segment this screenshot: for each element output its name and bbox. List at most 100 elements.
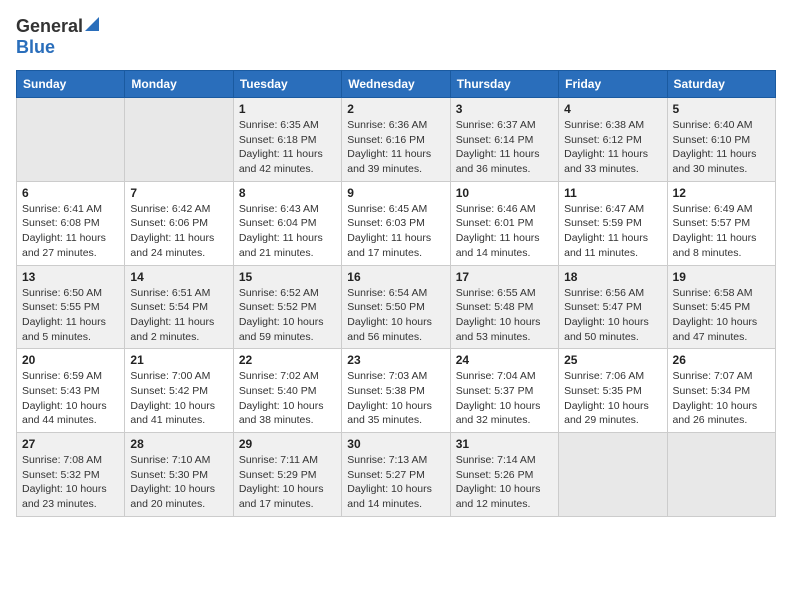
day-number: 1 <box>239 102 336 116</box>
weekday-header-tuesday: Tuesday <box>233 71 341 98</box>
calendar-cell: 8 Sunrise: 6:43 AMSunset: 6:04 PMDaylight… <box>233 181 341 265</box>
day-number: 24 <box>456 353 553 367</box>
day-number: 31 <box>456 437 553 451</box>
day-number: 23 <box>347 353 444 367</box>
calendar-cell: 3Sunrise: 6:37 AMSunset: 6:14 PMDaylight… <box>450 98 558 182</box>
day-detail: Sunrise: 6:41 AMSunset: 6:08 PMDaylight:… <box>22 202 119 261</box>
day-number: 8 <box>239 186 336 200</box>
day-number: 28 <box>130 437 227 451</box>
day-number: 21 <box>130 353 227 367</box>
calendar-week-1: 1Sunrise: 6:35 AMSunset: 6:18 PMDaylight… <box>17 98 776 182</box>
calendar-table: SundayMondayTuesdayWednesdayThursdayFrid… <box>16 70 776 517</box>
weekday-header-saturday: Saturday <box>667 71 775 98</box>
calendar-cell: 14 Sunrise: 6:51 AMSunset: 5:54 PMDayligh… <box>125 265 233 349</box>
day-number: 6 <box>22 186 119 200</box>
day-detail: Sunrise: 7:10 AMSunset: 5:30 PMDaylight:… <box>130 453 227 512</box>
logo-general: General <box>16 16 83 37</box>
day-number: 29 <box>239 437 336 451</box>
day-detail: Sunrise: 6:46 AMSunset: 6:01 PMDaylight:… <box>456 202 553 261</box>
logo-arrow <box>85 17 99 36</box>
weekday-header-friday: Friday <box>559 71 667 98</box>
day-number: 11 <box>564 186 661 200</box>
day-detail: Sunrise: 6:51 AMSunset: 5:54 PMDaylight:… <box>130 286 227 345</box>
calendar-cell: 26 Sunrise: 7:07 AMSunset: 5:34 PMDayligh… <box>667 349 775 433</box>
weekday-header-thursday: Thursday <box>450 71 558 98</box>
calendar-cell: 25 Sunrise: 7:06 AMSunset: 5:35 PMDayligh… <box>559 349 667 433</box>
day-detail: Sunrise: 6:38 AMSunset: 6:12 PMDaylight:… <box>564 118 661 177</box>
day-detail: Sunrise: 6:52 AMSunset: 5:52 PMDaylight:… <box>239 286 336 345</box>
calendar-cell: 11Sunrise: 6:47 AMSunset: 5:59 PMDayligh… <box>559 181 667 265</box>
calendar-cell: 9 Sunrise: 6:45 AMSunset: 6:03 PMDaylight… <box>342 181 450 265</box>
calendar-cell: 17 Sunrise: 6:55 AMSunset: 5:48 PMDayligh… <box>450 265 558 349</box>
day-number: 25 <box>564 353 661 367</box>
calendar-cell: 7Sunrise: 6:42 AMSunset: 6:06 PMDaylight… <box>125 181 233 265</box>
calendar-cell: 5 Sunrise: 6:40 AMSunset: 6:10 PMDaylight… <box>667 98 775 182</box>
day-detail: Sunrise: 6:45 AMSunset: 6:03 PMDaylight:… <box>347 202 444 261</box>
day-number: 7 <box>130 186 227 200</box>
day-number: 13 <box>22 270 119 284</box>
calendar-cell <box>559 433 667 517</box>
weekday-header-wednesday: Wednesday <box>342 71 450 98</box>
day-detail: Sunrise: 6:36 AMSunset: 6:16 PMDaylight:… <box>347 118 444 177</box>
day-number: 26 <box>673 353 770 367</box>
calendar-cell: 10 Sunrise: 6:46 AMSunset: 6:01 PMDayligh… <box>450 181 558 265</box>
day-number: 14 <box>130 270 227 284</box>
calendar-cell: 20 Sunrise: 6:59 AMSunset: 5:43 PMDayligh… <box>17 349 125 433</box>
calendar-cell: 1Sunrise: 6:35 AMSunset: 6:18 PMDaylight… <box>233 98 341 182</box>
calendar-cell: 28 Sunrise: 7:10 AMSunset: 5:30 PMDayligh… <box>125 433 233 517</box>
calendar-cell <box>17 98 125 182</box>
logo: General Blue <box>16 16 99 58</box>
day-detail: Sunrise: 7:04 AMSunset: 5:37 PMDaylight:… <box>456 369 553 428</box>
day-detail: Sunrise: 7:14 AMSunset: 5:26 PMDaylight:… <box>456 453 553 512</box>
day-number: 19 <box>673 270 770 284</box>
day-number: 2 <box>347 102 444 116</box>
day-detail: Sunrise: 6:49 AMSunset: 5:57 PMDaylight:… <box>673 202 770 261</box>
day-detail: Sunrise: 6:59 AMSunset: 5:43 PMDaylight:… <box>22 369 119 428</box>
day-number: 15 <box>239 270 336 284</box>
day-detail: Sunrise: 6:43 AMSunset: 6:04 PMDaylight:… <box>239 202 336 261</box>
day-number: 4 <box>564 102 661 116</box>
day-detail: Sunrise: 7:02 AMSunset: 5:40 PMDaylight:… <box>239 369 336 428</box>
calendar-cell: 19 Sunrise: 6:58 AMSunset: 5:45 PMDayligh… <box>667 265 775 349</box>
day-detail: Sunrise: 6:56 AMSunset: 5:47 PMDaylight:… <box>564 286 661 345</box>
day-number: 20 <box>22 353 119 367</box>
day-detail: Sunrise: 6:50 AMSunset: 5:55 PMDaylight:… <box>22 286 119 345</box>
calendar-cell: 15 Sunrise: 6:52 AMSunset: 5:52 PMDayligh… <box>233 265 341 349</box>
calendar-cell: 31 Sunrise: 7:14 AMSunset: 5:26 PMDayligh… <box>450 433 558 517</box>
day-detail: Sunrise: 6:55 AMSunset: 5:48 PMDaylight:… <box>456 286 553 345</box>
day-detail: Sunrise: 6:40 AMSunset: 6:10 PMDaylight:… <box>673 118 770 177</box>
day-number: 30 <box>347 437 444 451</box>
day-number: 10 <box>456 186 553 200</box>
day-detail: Sunrise: 7:00 AMSunset: 5:42 PMDaylight:… <box>130 369 227 428</box>
day-number: 16 <box>347 270 444 284</box>
calendar-cell: 4 Sunrise: 6:38 AMSunset: 6:12 PMDaylight… <box>559 98 667 182</box>
calendar-cell <box>125 98 233 182</box>
day-detail: Sunrise: 6:37 AMSunset: 6:14 PMDaylight:… <box>456 118 553 177</box>
day-number: 27 <box>22 437 119 451</box>
day-number: 5 <box>673 102 770 116</box>
day-detail: Sunrise: 7:06 AMSunset: 5:35 PMDaylight:… <box>564 369 661 428</box>
calendar-cell: 24 Sunrise: 7:04 AMSunset: 5:37 PMDayligh… <box>450 349 558 433</box>
calendar-cell: 27Sunrise: 7:08 AMSunset: 5:32 PMDayligh… <box>17 433 125 517</box>
calendar-header-row: SundayMondayTuesdayWednesdayThursdayFrid… <box>17 71 776 98</box>
logo-blue: Blue <box>16 37 55 57</box>
day-number: 17 <box>456 270 553 284</box>
calendar-cell <box>667 433 775 517</box>
calendar-cell: 30Sunrise: 7:13 AMSunset: 5:27 PMDayligh… <box>342 433 450 517</box>
calendar-cell: 18 Sunrise: 6:56 AMSunset: 5:47 PMDayligh… <box>559 265 667 349</box>
calendar-cell: 12 Sunrise: 6:49 AMSunset: 5:57 PMDayligh… <box>667 181 775 265</box>
calendar-cell: 6 Sunrise: 6:41 AMSunset: 6:08 PMDaylight… <box>17 181 125 265</box>
calendar-week-2: 6 Sunrise: 6:41 AMSunset: 6:08 PMDaylight… <box>17 181 776 265</box>
day-number: 12 <box>673 186 770 200</box>
day-number: 9 <box>347 186 444 200</box>
calendar-cell: 22 Sunrise: 7:02 AMSunset: 5:40 PMDayligh… <box>233 349 341 433</box>
day-detail: Sunrise: 6:54 AMSunset: 5:50 PMDaylight:… <box>347 286 444 345</box>
calendar-cell: 2 Sunrise: 6:36 AMSunset: 6:16 PMDaylight… <box>342 98 450 182</box>
day-detail: Sunrise: 6:58 AMSunset: 5:45 PMDaylight:… <box>673 286 770 345</box>
calendar-cell: 29Sunrise: 7:11 AMSunset: 5:29 PMDayligh… <box>233 433 341 517</box>
day-number: 18 <box>564 270 661 284</box>
day-detail: Sunrise: 7:07 AMSunset: 5:34 PMDaylight:… <box>673 369 770 428</box>
weekday-header-monday: Monday <box>125 71 233 98</box>
calendar-week-3: 13 Sunrise: 6:50 AMSunset: 5:55 PMDayligh… <box>17 265 776 349</box>
day-number: 22 <box>239 353 336 367</box>
